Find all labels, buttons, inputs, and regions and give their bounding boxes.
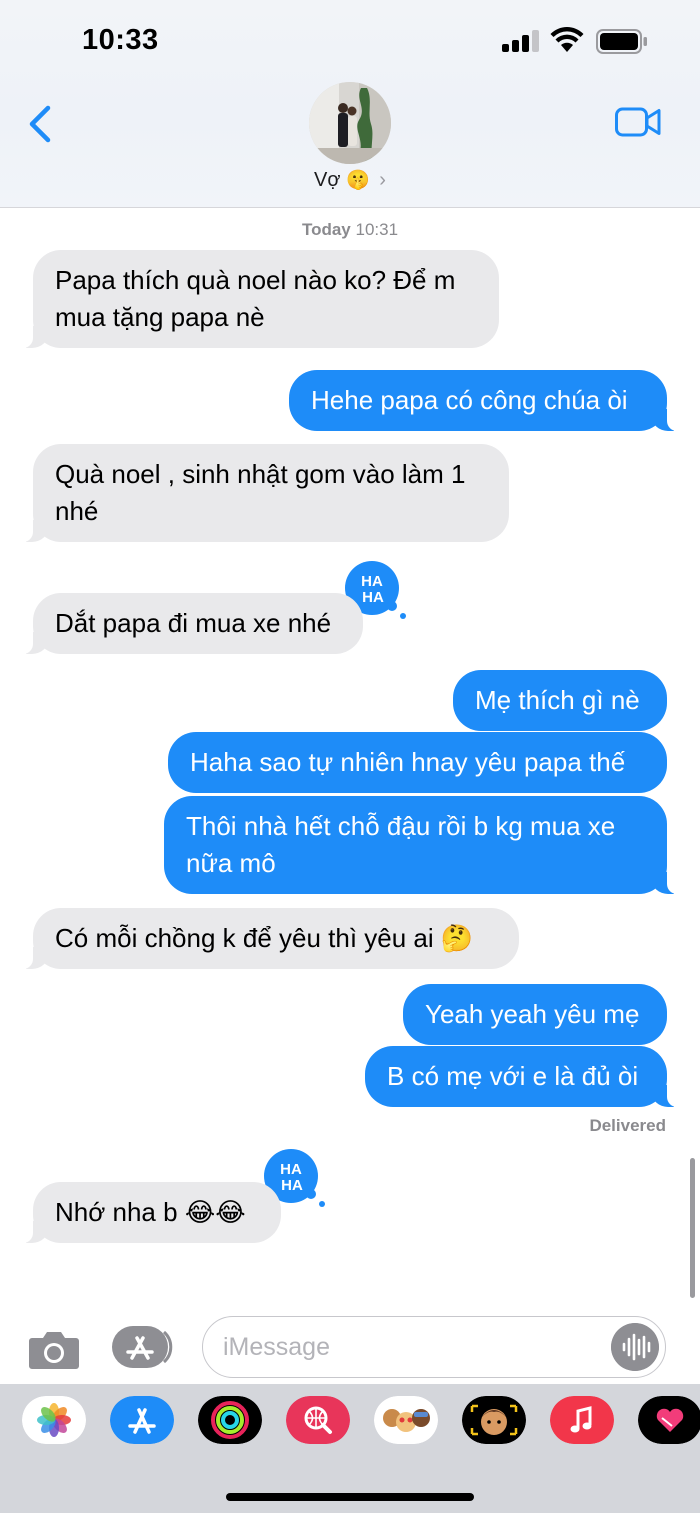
message-text: Haha sao tự nhiên hnay yêu papa thế	[190, 747, 626, 777]
thread-timestamp: Today 10:31	[0, 220, 700, 240]
wifi-icon	[550, 27, 584, 52]
message-input[interactable]	[223, 1329, 603, 1365]
message-text: Yeah yeah yêu mẹ	[425, 999, 640, 1029]
contact-name-text: Vợ	[314, 169, 341, 191]
delivered-status: Delivered	[589, 1116, 666, 1135]
conversation-header: 10:33 Vợ 🤫 ›	[0, 0, 700, 208]
timestamp-day: Today	[301, 220, 351, 239]
message-line: Quà noel , sinh nhật gom vào làm 1	[55, 459, 466, 489]
cellular-signal-icon	[502, 30, 542, 52]
incoming-message[interactable]: Dắt papa đi mua xe nhé	[21, 593, 363, 654]
camera-button[interactable]	[28, 1328, 80, 1370]
message-line: nữa mô	[186, 848, 276, 878]
imessage-field[interactable]	[202, 1316, 666, 1378]
message-text: B có mẹ với e là đủ òi	[387, 1061, 639, 1091]
incoming-message[interactable]: Nhớ nha b 😂😂	[21, 1182, 281, 1243]
battery-icon	[596, 29, 647, 54]
facetime-video-button[interactable]	[614, 104, 662, 140]
message-text: Hehe papa có công chúa òi	[311, 385, 628, 415]
message-text: Mẹ thích gì nè	[475, 685, 640, 715]
message-line: Papa thích quà noel nào ko? Để m	[55, 265, 456, 295]
web-search-icon[interactable]	[286, 1396, 350, 1444]
message-text: Dắt papa đi mua xe nhé	[55, 608, 332, 638]
compose-bar	[0, 1310, 700, 1382]
message-line: nhé	[55, 496, 99, 526]
incoming-message[interactable]: Quà noel , sinh nhật gom vào làm 1 nhé	[21, 444, 509, 542]
message-line: mua tặng papa nè	[55, 302, 265, 332]
outgoing-message[interactable]: Thôi nhà hết chỗ đậu rồi b kg mua xe nữa…	[164, 796, 679, 894]
memoji-stickers-icon[interactable]	[374, 1396, 438, 1444]
contact-name[interactable]: Vợ 🤫 ›	[0, 168, 700, 192]
haha-text-bottom: HA	[281, 1177, 303, 1194]
outgoing-message[interactable]: Mẹ thích gì nè	[453, 670, 667, 731]
audio-message-button[interactable]	[611, 1323, 659, 1371]
app-store-button[interactable]	[112, 1326, 174, 1368]
heart-digital-touch-icon[interactable]	[638, 1396, 700, 1444]
message-text: Nhớ nha b	[55, 1197, 178, 1227]
incoming-message[interactable]: Papa thích quà noel nào ko? Để m mua tặn…	[21, 250, 499, 348]
incoming-message[interactable]: Có mỗi chồng k để yêu thì yêu ai 🤔	[21, 908, 519, 969]
music-icon[interactable]	[550, 1396, 614, 1444]
chevron-right-icon: ›	[379, 169, 386, 191]
timestamp-time: 10:31	[355, 220, 399, 239]
thinking-emoji: 🤔	[440, 923, 474, 953]
outgoing-message[interactable]: B có mẹ với e là đủ òi	[365, 1046, 679, 1107]
haha-text-bottom: HA	[362, 589, 384, 606]
outgoing-message[interactable]: Hehe papa có công chúa òi	[289, 370, 679, 431]
haha-text-top: HA	[361, 573, 383, 590]
activity-icon[interactable]	[198, 1396, 262, 1444]
scroll-indicator[interactable]	[690, 1158, 695, 1298]
message-line: Thôi nhà hết chỗ đậu rồi b kg mua xe	[186, 811, 616, 841]
message-thread[interactable]: Today 10:31 Papa thích quà noel nào ko? …	[0, 208, 700, 1308]
back-button[interactable]	[20, 100, 60, 148]
contact-avatar[interactable]	[309, 82, 391, 164]
home-indicator[interactable]	[226, 1493, 474, 1501]
outgoing-message[interactable]: Yeah yeah yêu mẹ	[403, 984, 667, 1045]
laughing-emoji: 😂😂	[184, 1197, 246, 1227]
haha-text-top: HA	[280, 1161, 302, 1178]
outgoing-message[interactable]: Haha sao tự nhiên hnay yêu papa thế	[168, 732, 667, 793]
app-store-icon[interactable]	[110, 1396, 174, 1444]
status-time: 10:33	[82, 24, 159, 56]
message-text: Có mỗi chồng k để yêu thì yêu ai	[55, 923, 434, 953]
animoji-icon[interactable]	[462, 1396, 526, 1444]
contact-emoji: 🤫	[346, 170, 370, 191]
photos-icon[interactable]	[22, 1396, 86, 1444]
